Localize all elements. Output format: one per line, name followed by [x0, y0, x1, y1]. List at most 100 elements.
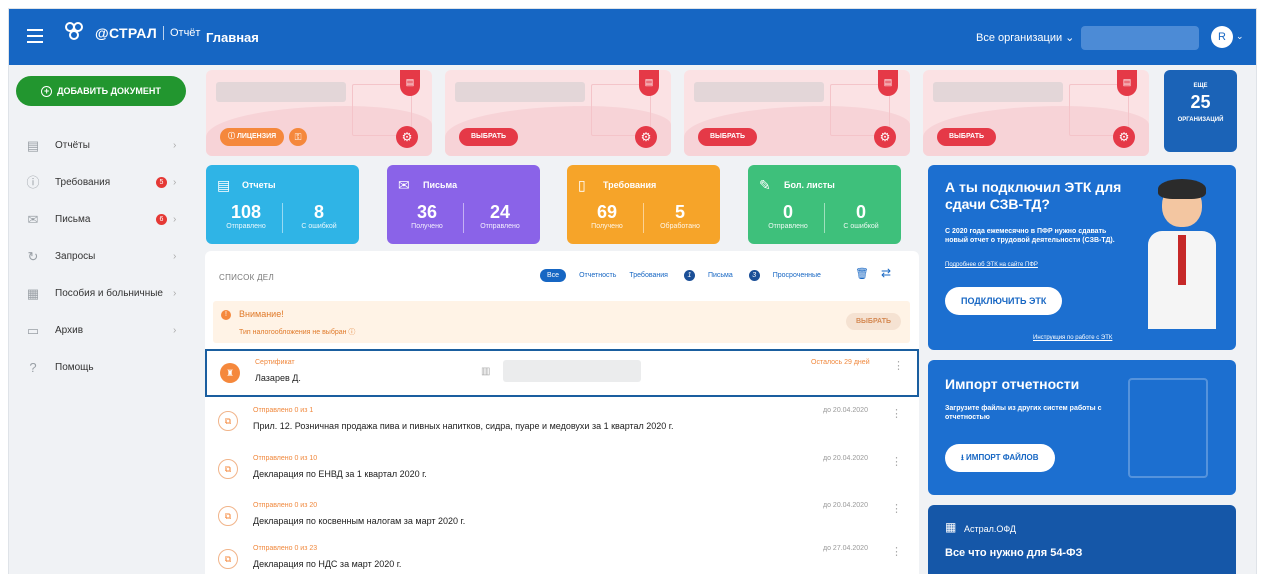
- tile-caption: Получено: [591, 223, 623, 230]
- trash-icon[interactable]: 🗑: [855, 267, 869, 280]
- benefits-icon: ▦: [26, 285, 40, 301]
- tile-title: Письма: [423, 180, 458, 190]
- task-due: до 20.04.2020: [823, 407, 868, 414]
- more-vert-icon[interactable]: ⋮: [891, 407, 902, 420]
- import-files-button[interactable]: ⭳ ИМПОРТ ФАЙЛОВ: [945, 444, 1055, 472]
- gear-icon[interactable]: ⚙: [396, 126, 418, 148]
- warning-subtitle: Тип налогообложения не выбран ⓘ: [239, 329, 356, 336]
- filter-settings-icon[interactable]: ⇄: [881, 266, 891, 280]
- tile-caption: Обработано: [660, 223, 700, 230]
- sidebar-item-benefits[interactable]: ▦ Пособия и больничные ›: [9, 275, 201, 312]
- task-list: СПИСОК ДЕЛ Все Отчетность Требования 1 Пи…: [205, 251, 919, 574]
- gear-icon[interactable]: ⚙: [635, 126, 657, 148]
- sidebar-item-label: Архив: [55, 325, 84, 336]
- sidebar-item-label: Требования: [55, 177, 111, 188]
- illustration-hair: [1158, 179, 1206, 199]
- reports-tile[interactable]: ▤ Отчеты 108 8 Отправлено С ошибкой: [206, 165, 359, 244]
- promo-link[interactable]: Подробнее об ЭТК на сайте ПФР: [945, 262, 1038, 268]
- license-button[interactable]: ⓘ ЛИЦЕНЗИЯ: [220, 128, 285, 146]
- gear-icon[interactable]: ⚙: [874, 126, 896, 148]
- sidebar-item-help[interactable]: ? Помощь: [9, 349, 201, 386]
- sidebar-item-reports[interactable]: ▤ Отчёты ›: [9, 127, 201, 164]
- tile-count: 108: [230, 202, 262, 222]
- document-flag-icon[interactable]: ▤: [639, 70, 659, 96]
- more-vert-icon[interactable]: ⋮: [891, 545, 902, 558]
- organization-name-hidden[interactable]: [1081, 26, 1199, 50]
- tile-title: Требования: [603, 180, 657, 190]
- requirements-tile[interactable]: ▯ Требования 69 5 Получено Обработано: [567, 165, 720, 244]
- filter-overdue[interactable]: Просроченные: [773, 272, 821, 279]
- sidebar-item-requests[interactable]: ↻ Запросы ›: [9, 238, 201, 275]
- task-status: Отправлено 0 из 23: [253, 545, 318, 552]
- connect-etk-button[interactable]: ПОДКЛЮЧИТЬ ЭТК: [945, 287, 1063, 315]
- chevron-down-icon[interactable]: ⌄: [1236, 31, 1244, 42]
- organization-card[interactable]: ▤ ⓘ ЛИЦЕНЗИЯ ⚿ ⚙: [206, 70, 432, 156]
- organization-name-hidden: [933, 82, 1063, 102]
- document-flag-icon[interactable]: ▤: [1117, 70, 1137, 96]
- sidebar-item-label: Письма: [55, 214, 91, 225]
- sidebar-item-requirements[interactable]: ⓘ Требования 5 ›: [9, 164, 201, 201]
- sidebar: + ДОБАВИТЬ ДОКУМЕНТ ▤ Отчёты › ⓘ Требования 5…: [9, 65, 201, 574]
- avatar[interactable]: R: [1211, 26, 1233, 48]
- reports-icon: ▤: [26, 137, 40, 153]
- more-vert-icon[interactable]: ⋮: [891, 455, 902, 468]
- documents-icon: ⧉: [218, 549, 238, 569]
- document-flag-icon[interactable]: ▤: [400, 70, 420, 96]
- organization-card[interactable]: ▤ ВЫБРАТЬ ⚙: [923, 70, 1149, 156]
- etk-instructions-link[interactable]: Инструкция по работе с ЭТК: [1033, 335, 1112, 341]
- add-document-button[interactable]: + ДОБАВИТЬ ДОКУМЕНТ: [16, 76, 186, 106]
- upload-illustration: [1128, 378, 1208, 478]
- certificate-icon: ♜: [220, 363, 240, 383]
- task-row[interactable]: ⧉ Отправлено 0 из 1 Прил. 12. Розничная …: [205, 399, 919, 447]
- document-flag-icon[interactable]: ▤: [878, 70, 898, 96]
- task-list-title: СПИСОК ДЕЛ: [219, 273, 274, 282]
- sidebar-item-label: Запросы: [55, 251, 96, 262]
- archive-icon: ▭: [26, 322, 40, 338]
- sick-leave-tile[interactable]: ✎ Бол. листы 0 0 Отправлено С ошибкой: [748, 165, 901, 244]
- menu-icon[interactable]: [27, 29, 43, 43]
- gear-icon[interactable]: ⚙: [1113, 126, 1135, 148]
- sidebar-item-mail[interactable]: ✉ Письма 6 ›: [9, 201, 201, 238]
- tile-caption: Отправлено: [768, 223, 808, 230]
- count-badge: 6: [156, 214, 167, 225]
- mail-tile[interactable]: ✉ Письма 36 24 Получено Отправлено: [387, 165, 540, 244]
- alert-icon: !: [221, 310, 231, 320]
- filter-letters[interactable]: Письма 3: [708, 270, 760, 281]
- tile-caption: Получено: [411, 223, 443, 230]
- filter-requirements[interactable]: Требования 1: [629, 270, 695, 281]
- filter-label: Письма: [707, 272, 733, 279]
- select-button[interactable]: ВЫБРАТЬ: [698, 128, 758, 146]
- select-button[interactable]: ВЫБРАТЬ: [937, 128, 997, 146]
- chevron-right-icon: ›: [173, 251, 177, 262]
- documents-icon: ⧉: [218, 459, 238, 479]
- logo[interactable]: @СТРАЛ Отчёт: [65, 22, 200, 44]
- organizations-dropdown[interactable]: Все организации ⌄: [976, 31, 1074, 44]
- warning-select-button[interactable]: ВЫБРАТЬ: [846, 313, 902, 330]
- organization-card[interactable]: ▤ ВЫБРАТЬ ⚙: [445, 70, 671, 156]
- task-title: Декларация по НДС за март 2020 г.: [253, 559, 402, 569]
- filter-all[interactable]: Все: [540, 269, 567, 282]
- more-vert-icon[interactable]: ⋮: [893, 359, 904, 372]
- top-bar: @СТРАЛ Отчёт Главная Все организации ⌄ R…: [9, 9, 1256, 65]
- import-description: Загрузите файлы из других систем работы …: [945, 405, 1102, 421]
- chevron-right-icon: ›: [173, 214, 177, 225]
- ofd-banner[interactable]: ▦ Астрал.ОФД Все что нужно для 54-ФЗ: [928, 505, 1236, 574]
- logo-mark-icon: [65, 22, 91, 44]
- organization-card[interactable]: ▤ ВЫБРАТЬ ⚙: [684, 70, 910, 156]
- key-icon[interactable]: ⚿: [289, 128, 307, 146]
- chevron-right-icon: ›: [173, 325, 177, 336]
- filter-label: Требования: [629, 272, 668, 279]
- more-vert-icon[interactable]: ⋮: [891, 502, 902, 515]
- more-caption: ОРГАНИЗАЦИЙ: [1177, 117, 1224, 123]
- more-organizations-button[interactable]: ЕЩЕ 25 ОРГАНИЗАЦИЙ: [1164, 70, 1237, 152]
- task-filters: Все Отчетность Требования 1 Письма 3 Проср…: [540, 269, 834, 282]
- task-row[interactable]: ⧉ Отправлено 0 из 10 Декларация по ЕНВД …: [205, 447, 919, 495]
- filter-reporting[interactable]: Отчетность: [579, 272, 616, 279]
- task-row[interactable]: ♜ Сертификат Лазарев Д. ▥ Осталось 29 дн…: [205, 349, 919, 397]
- task-status: Отправлено 0 из 1: [253, 407, 314, 414]
- tile-count: 0: [855, 202, 866, 222]
- task-row[interactable]: ⧉ Отправлено 0 из 23 Декларация по НДС з…: [205, 537, 919, 574]
- select-button[interactable]: ВЫБРАТЬ: [459, 128, 519, 146]
- task-row[interactable]: ⧉ Отправлено 0 из 20 Декларация по косве…: [205, 494, 919, 542]
- sidebar-item-archive[interactable]: ▭ Архив ›: [9, 312, 201, 349]
